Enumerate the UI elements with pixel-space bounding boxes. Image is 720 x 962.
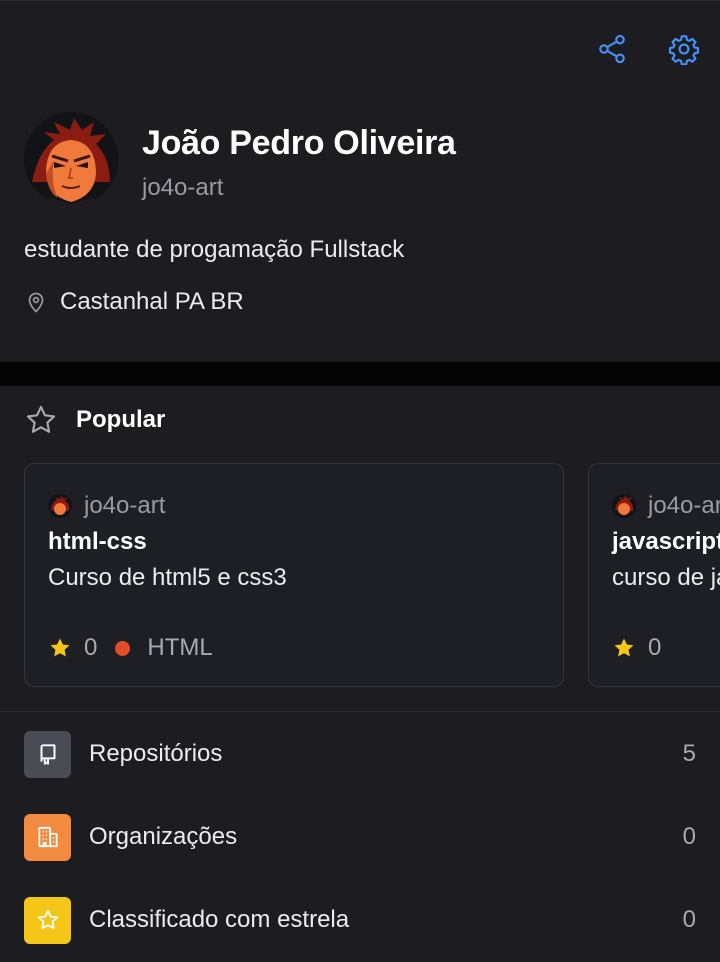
card-owner: jo4o-art	[48, 492, 165, 520]
profile-bio: estudante de progamação Fullstack	[24, 236, 405, 263]
card-owner: jo4o-art	[612, 492, 720, 520]
menu-item-repositories[interactable]: Repositórios 5	[24, 730, 696, 778]
language-name: HTML	[147, 634, 213, 661]
popular-header: Popular	[24, 403, 165, 437]
location-text: Castanhal PA BR	[60, 288, 244, 315]
repo-icon	[24, 730, 71, 778]
card-title: javascript	[612, 528, 720, 555]
menu-label: Classificado com estrela	[89, 906, 350, 933]
menu-label: Repositórios	[89, 740, 223, 767]
star-count: 0	[84, 634, 98, 661]
star-icon	[24, 896, 71, 944]
popular-carousel[interactable]: jo4o-art html-css Curso de html5 e css3 …	[24, 463, 720, 687]
star-outline-icon	[26, 405, 56, 433]
profile-name: João Pedro Oliveira	[142, 124, 456, 162]
profile-login: jo4o-art	[142, 174, 224, 201]
profile-location: Castanhal PA BR	[24, 288, 244, 316]
star-icon	[50, 638, 70, 657]
menu-count: 0	[682, 906, 696, 933]
star-icon	[614, 638, 634, 657]
menu-count: 0	[682, 823, 696, 850]
repo-card[interactable]: jo4o-art javascript curso de javascript …	[588, 463, 720, 687]
language-color-dot	[115, 640, 131, 656]
card-stats: 0	[612, 634, 661, 662]
gear-icon[interactable]	[666, 31, 702, 67]
avatar[interactable]	[24, 112, 118, 206]
top-bar	[0, 0, 720, 100]
menu-label: Organizações	[89, 823, 238, 850]
owner-avatar	[612, 494, 636, 518]
popular-title: Popular	[76, 406, 166, 433]
menu-count: 5	[682, 740, 696, 767]
card-description: curso de javascript	[612, 564, 720, 591]
card-stats: 0 HTML	[48, 634, 213, 662]
section-divider	[0, 711, 720, 712]
card-title: html-css	[48, 528, 147, 555]
section-divider	[0, 362, 720, 386]
location-pin-icon	[28, 292, 44, 313]
star-count: 0	[648, 634, 662, 661]
owner-avatar	[48, 494, 72, 518]
card-description: Curso de html5 e css3	[48, 564, 287, 591]
share-icon[interactable]	[594, 31, 630, 67]
menu-item-starred[interactable]: Classificado com estrela 0	[24, 896, 696, 944]
organization-icon	[24, 813, 71, 861]
menu-item-organizations[interactable]: Organizações 0	[24, 813, 696, 861]
repo-card[interactable]: jo4o-art html-css Curso de html5 e css3 …	[24, 463, 564, 687]
